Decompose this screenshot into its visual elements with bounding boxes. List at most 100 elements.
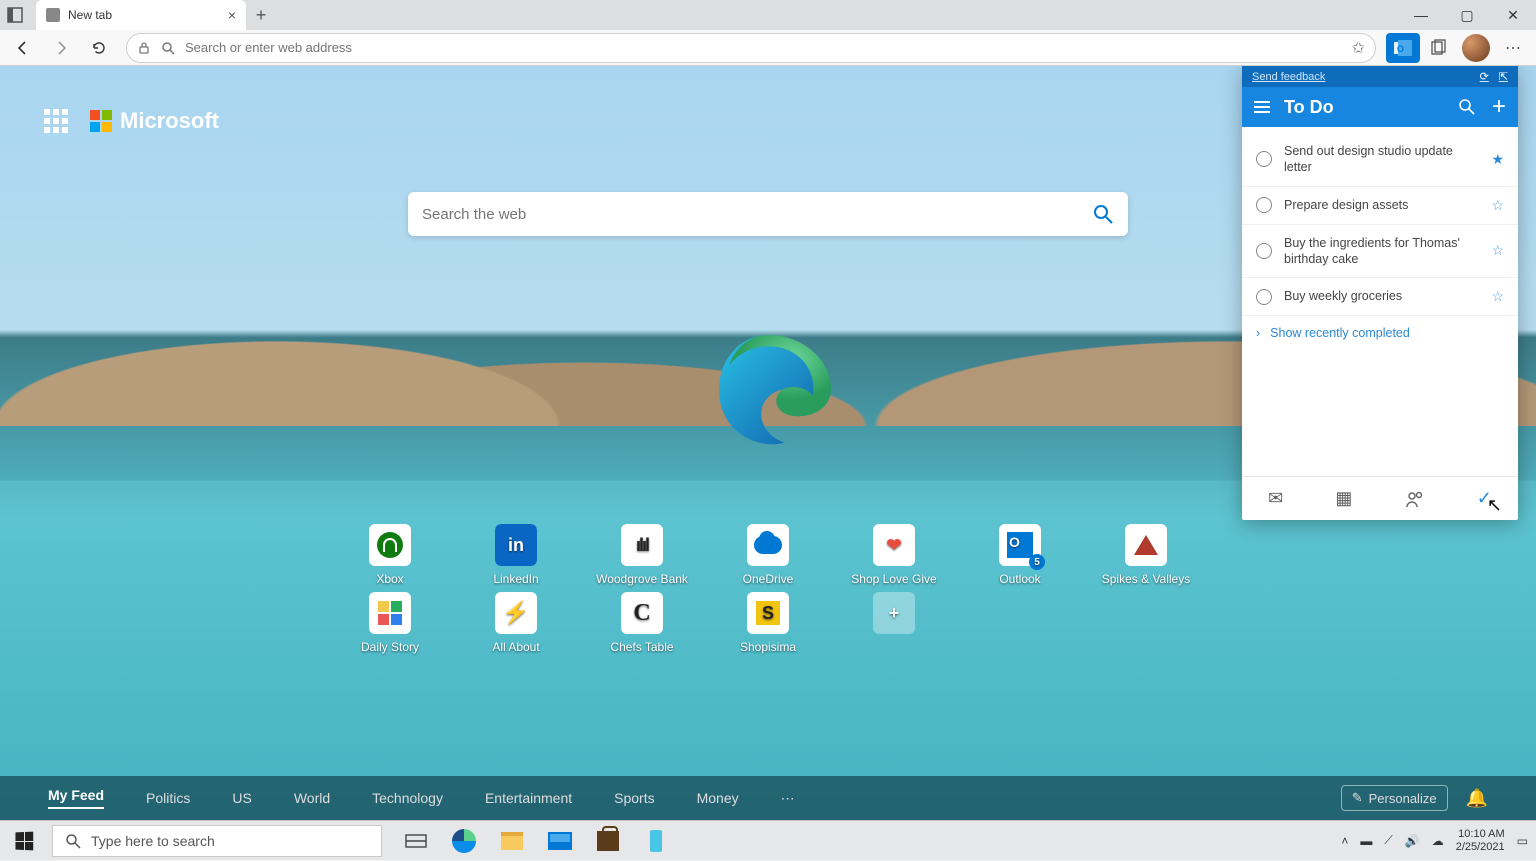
battery-icon[interactable]: ▬ xyxy=(1360,834,1372,848)
people-icon[interactable] xyxy=(1405,489,1425,509)
heart-icon: ❤ xyxy=(886,535,901,556)
search-submit-icon[interactable] xyxy=(1092,203,1114,225)
feed-tab-money[interactable]: Money xyxy=(697,790,739,806)
calendar-icon[interactable]: ▦ xyxy=(1335,488,1352,509)
search-icon xyxy=(65,833,81,849)
tab-title: New tab xyxy=(68,8,112,22)
favorite-icon[interactable]: ✩ xyxy=(1352,38,1365,58)
tile-linkedin[interactable]: inLinkedIn xyxy=(493,524,538,586)
panel-refresh-icon[interactable]: ⟳ xyxy=(1480,70,1489,83)
search-icon xyxy=(161,41,175,55)
collections-button[interactable] xyxy=(1422,33,1456,63)
volume-icon[interactable]: 🔊 xyxy=(1405,834,1420,848)
tile-shopisima[interactable]: SShopisima xyxy=(740,592,796,654)
notifications-icon[interactable]: 🔔 xyxy=(1466,788,1488,809)
app-launcher-icon[interactable] xyxy=(44,109,68,133)
tile-allabout[interactable]: ⚡All About xyxy=(492,592,539,654)
wifi-icon[interactable]: ⟋ xyxy=(1384,833,1392,848)
microsoft-logo: Microsoft xyxy=(90,108,219,134)
feedback-bar: Send feedback ⟳ ⇱ xyxy=(1242,66,1518,87)
action-center-icon[interactable]: ▭ xyxy=(1517,834,1528,848)
taskbar-explorer[interactable] xyxy=(490,821,534,861)
taskbar-search[interactable]: Type here to search xyxy=(52,825,382,857)
onedrive-tray-icon[interactable]: ☁ xyxy=(1432,834,1444,848)
star-icon[interactable]: ☆ xyxy=(1491,288,1504,305)
close-tab-icon[interactable]: × xyxy=(228,7,236,23)
web-search-box[interactable] xyxy=(408,192,1128,236)
close-window-button[interactable]: ✕ xyxy=(1490,0,1536,30)
todo-panel: Send feedback ⟳ ⇱ To Do + Send out desig… xyxy=(1242,66,1518,520)
todo-item[interactable]: Send out design studio update letter ★ xyxy=(1242,133,1518,187)
feed-tab-sports[interactable]: Sports xyxy=(614,790,654,806)
browser-toolbar: ✩ O ⋯ xyxy=(0,30,1536,66)
checkbox-icon[interactable] xyxy=(1256,289,1272,305)
tile-xbox[interactable]: Xbox xyxy=(369,524,411,586)
todo-bottom-nav: ✉ ▦ ✓ ↖ xyxy=(1242,476,1518,520)
brand-text: Microsoft xyxy=(120,108,219,134)
phone-icon xyxy=(650,830,662,852)
clock[interactable]: 10:10 AM 2/25/2021 xyxy=(1456,828,1505,852)
todo-item[interactable]: Buy weekly groceries ☆ xyxy=(1242,278,1518,316)
tile-spikesvalleys[interactable]: Spikes & Valleys xyxy=(1102,524,1190,586)
address-input[interactable] xyxy=(185,40,1342,55)
back-button[interactable] xyxy=(6,33,40,63)
site-info-icon[interactable] xyxy=(137,41,151,55)
todo-nav-icon[interactable]: ✓ xyxy=(1477,488,1492,509)
todo-add-icon[interactable]: + xyxy=(1492,93,1506,121)
personalize-button[interactable]: ✎Personalize xyxy=(1341,785,1448,811)
forward-button[interactable] xyxy=(44,33,78,63)
tile-woodgrove[interactable]: ılılWoodgrove Bank xyxy=(596,524,688,586)
todo-search-icon[interactable] xyxy=(1458,98,1476,116)
feed-tab-myfeed[interactable]: My Feed xyxy=(48,787,104,809)
task-view-button[interactable] xyxy=(394,821,438,861)
feed-tab-politics[interactable]: Politics xyxy=(146,790,190,806)
profile-avatar[interactable] xyxy=(1462,34,1490,62)
feed-tab-us[interactable]: US xyxy=(232,790,251,806)
star-icon[interactable]: ★ xyxy=(1491,151,1504,168)
tray-chevron-icon[interactable]: ˄ xyxy=(1341,834,1348,848)
feed-more-button[interactable]: ⋯ xyxy=(781,790,795,807)
tab-actions-icon[interactable] xyxy=(0,0,30,30)
more-menu-button[interactable]: ⋯ xyxy=(1496,33,1530,63)
tile-chefstable[interactable]: CChefs Table xyxy=(610,592,673,654)
feed-tab-world[interactable]: World xyxy=(294,790,330,806)
address-bar[interactable]: ✩ xyxy=(126,33,1376,63)
browser-tab[interactable]: New tab × xyxy=(36,0,246,30)
todo-item[interactable]: Buy the ingredients for Thomas' birthday… xyxy=(1242,225,1518,279)
send-feedback-link[interactable]: Send feedback xyxy=(1252,71,1325,83)
notification-badge: 5 xyxy=(1029,554,1045,570)
start-button[interactable] xyxy=(0,821,48,861)
checkbox-icon[interactable] xyxy=(1256,197,1272,213)
todo-list: Send out design studio update letter ★ P… xyxy=(1242,127,1518,356)
web-search-input[interactable] xyxy=(422,206,1092,223)
add-tile-button[interactable]: + xyxy=(873,592,915,654)
star-icon[interactable]: ☆ xyxy=(1491,242,1504,259)
refresh-button[interactable] xyxy=(82,33,116,63)
show-completed-link[interactable]: › Show recently completed xyxy=(1242,316,1518,350)
menu-icon[interactable] xyxy=(1254,101,1270,113)
tile-onedrive[interactable]: OneDrive xyxy=(743,524,794,586)
star-icon[interactable]: ☆ xyxy=(1491,197,1504,214)
new-tab-button[interactable]: + xyxy=(246,0,276,30)
taskbar-store[interactable] xyxy=(586,821,630,861)
woodgrove-icon: ılıl xyxy=(636,535,648,556)
maximize-button[interactable]: ▢ xyxy=(1444,0,1490,30)
tile-outlook[interactable]: 5Outlook xyxy=(999,524,1041,586)
mail-icon[interactable]: ✉ xyxy=(1268,488,1283,509)
todo-item[interactable]: Prepare design assets ☆ xyxy=(1242,187,1518,225)
outlook-extension-button[interactable]: O xyxy=(1386,33,1420,63)
taskbar-phone[interactable] xyxy=(634,821,678,861)
taskbar-edge[interactable] xyxy=(442,821,486,861)
tile-shoplovegive[interactable]: ❤Shop Love Give xyxy=(851,524,936,586)
minimize-button[interactable]: ― xyxy=(1398,0,1444,30)
taskbar-mail[interactable] xyxy=(538,821,582,861)
feed-tab-entertainment[interactable]: Entertainment xyxy=(485,790,572,806)
checkbox-icon[interactable] xyxy=(1256,151,1272,167)
panel-popout-icon[interactable]: ⇱ xyxy=(1499,70,1508,83)
feed-tab-technology[interactable]: Technology xyxy=(372,790,443,806)
tile-dailystory[interactable]: Daily Story xyxy=(361,592,419,654)
mountain-icon xyxy=(1134,535,1158,555)
checkbox-icon[interactable] xyxy=(1256,243,1272,259)
letter-s-icon: S xyxy=(756,601,780,625)
todo-title: To Do xyxy=(1284,97,1334,118)
